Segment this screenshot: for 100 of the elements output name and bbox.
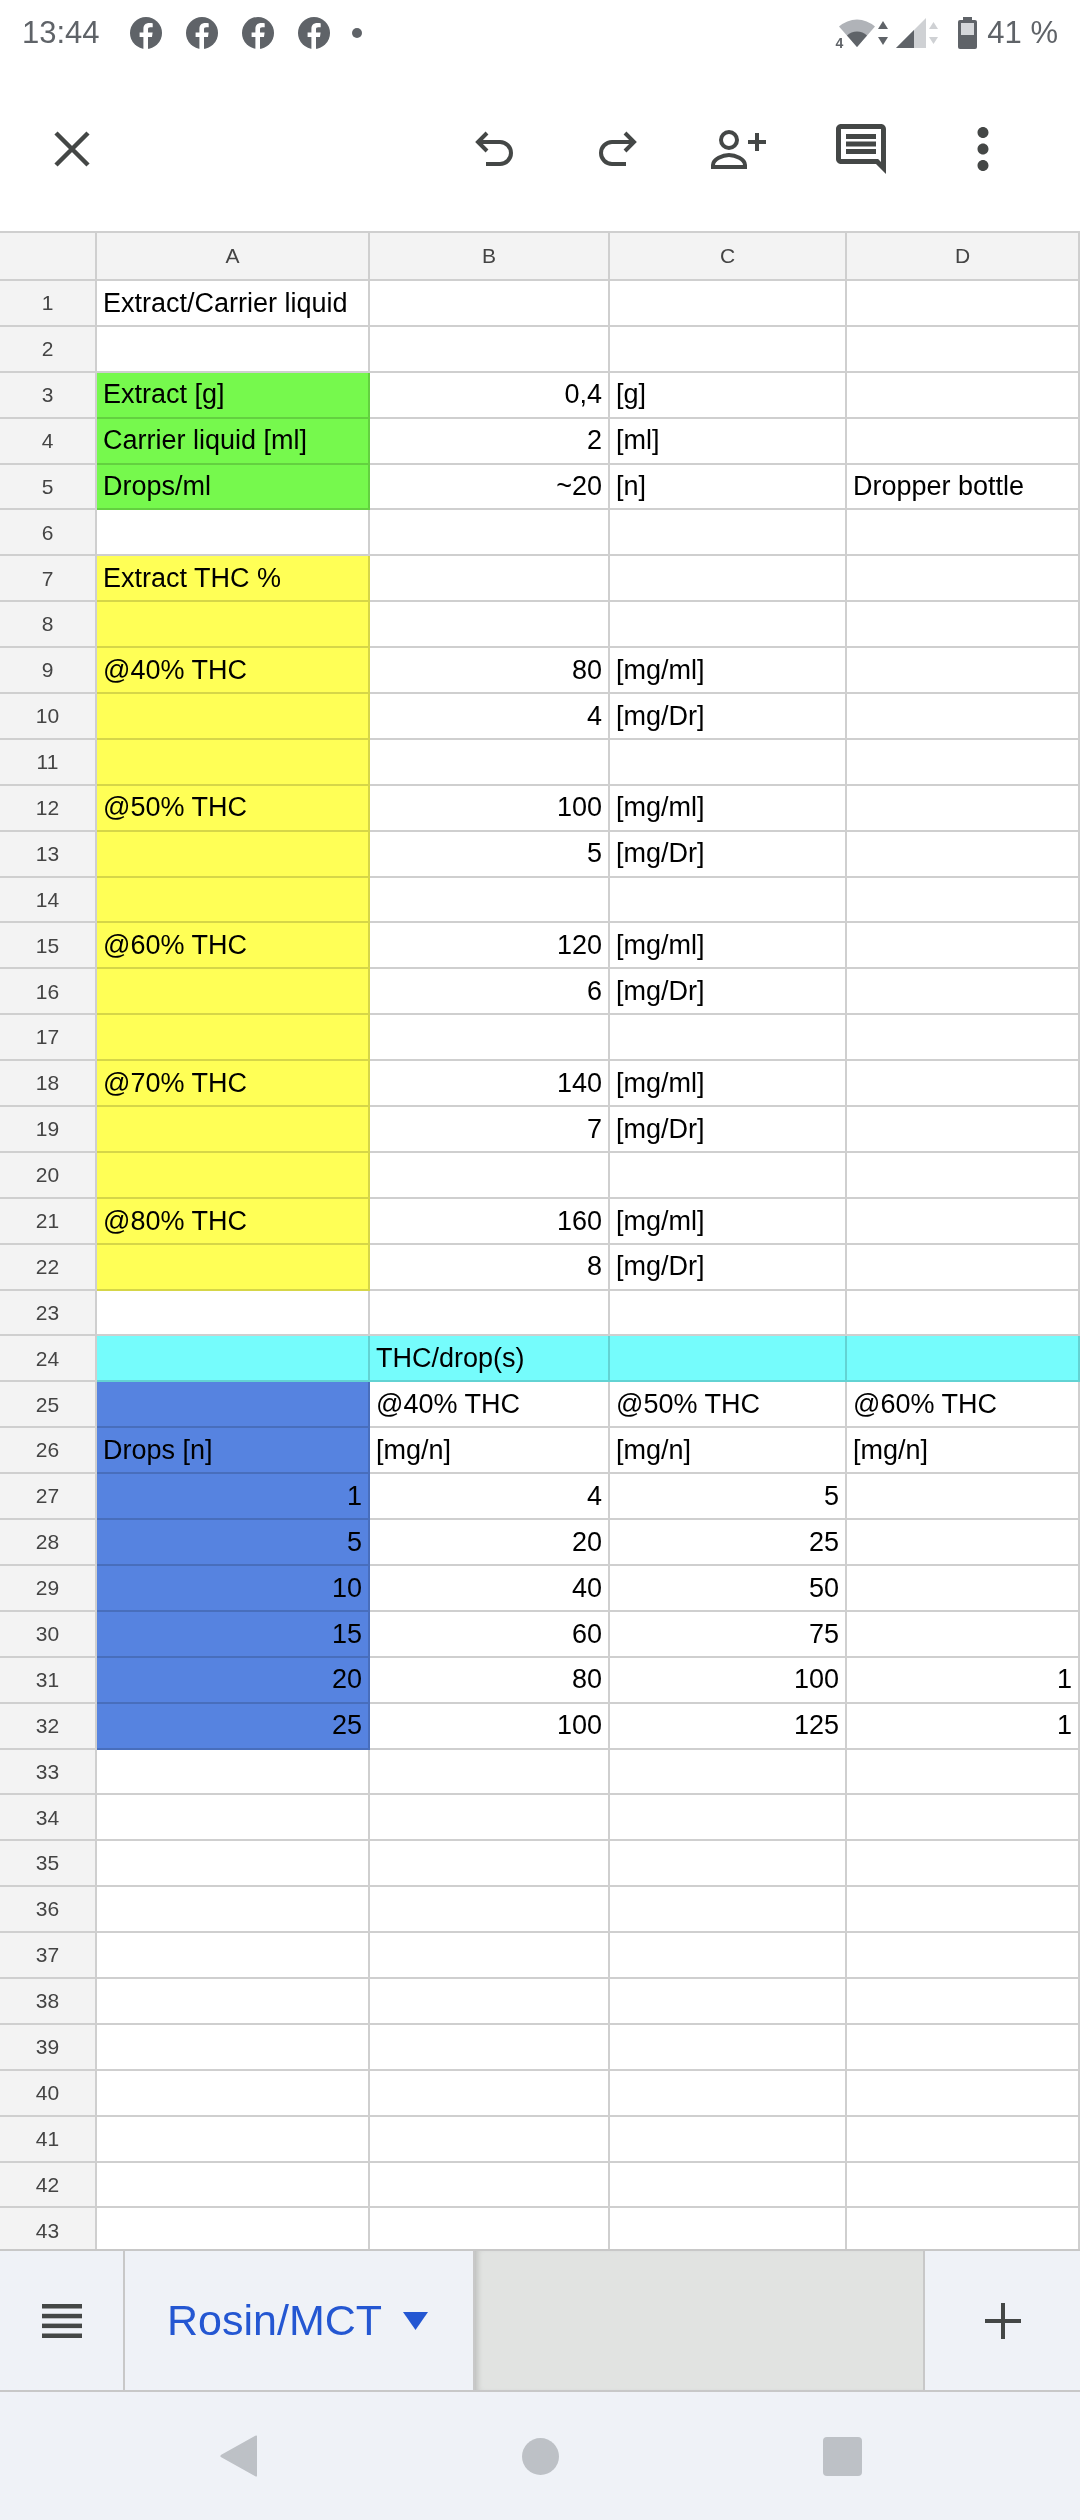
sheet-cell[interactable]: 5 bbox=[370, 831, 610, 878]
sheet-cell[interactable] bbox=[610, 1290, 847, 1337]
sheet-cell[interactable] bbox=[610, 1336, 847, 1383]
sheet-cell[interactable] bbox=[847, 739, 1080, 786]
sheet-cell[interactable]: [mg/Dr] bbox=[610, 1107, 847, 1153]
sheet-cell[interactable]: 8 bbox=[370, 1244, 610, 1291]
sheet-cell[interactable]: THC/drop(s) bbox=[370, 1336, 610, 1383]
sheet-cell[interactable]: @70% THC bbox=[97, 1061, 370, 1108]
sheet-cell[interactable]: 25 bbox=[610, 1520, 847, 1566]
sheet-cell[interactable] bbox=[97, 2162, 370, 2209]
row-header[interactable]: 36 bbox=[0, 1887, 97, 1934]
sheet-cell[interactable] bbox=[97, 969, 370, 1016]
sheet-cell[interactable]: [mg/Dr] bbox=[610, 694, 847, 740]
sheet-cell[interactable] bbox=[847, 1611, 1080, 1658]
sheet-cell[interactable] bbox=[610, 2070, 847, 2117]
sheet-cell[interactable]: [mg/Dr] bbox=[610, 969, 847, 1016]
sheet-cell[interactable] bbox=[610, 1749, 847, 1796]
sheet-cell[interactable]: Dropper bottle bbox=[847, 464, 1080, 511]
sheet-cell[interactable] bbox=[370, 1015, 610, 1062]
sheet-cell[interactable]: [mg/ml] bbox=[610, 1061, 847, 1108]
sheet-cell[interactable]: 100 bbox=[370, 785, 610, 832]
row-header[interactable]: 34 bbox=[0, 1795, 97, 1842]
sheet-cell[interactable]: 100 bbox=[370, 1703, 610, 1750]
sheet-cell[interactable] bbox=[97, 1841, 370, 1888]
sheet-cell[interactable] bbox=[370, 326, 610, 373]
sheet-cell[interactable]: 10 bbox=[97, 1565, 370, 1612]
sheet-cell[interactable] bbox=[610, 602, 847, 649]
sheet-cell[interactable] bbox=[847, 923, 1080, 970]
sheet-cell[interactable]: ~20 bbox=[370, 464, 610, 511]
sheet-cell[interactable]: 1 bbox=[847, 1657, 1080, 1704]
sheet-cell[interactable] bbox=[97, 326, 370, 373]
sheet-cell[interactable] bbox=[370, 1152, 610, 1199]
sheet-cell[interactable] bbox=[847, 877, 1080, 924]
sheet-cell[interactable] bbox=[847, 556, 1080, 603]
sheet-cell[interactable] bbox=[847, 1015, 1080, 1062]
sheet-cell[interactable]: @60% THC bbox=[847, 1382, 1080, 1429]
sheet-cell[interactable] bbox=[847, 418, 1080, 465]
sheet-cell[interactable] bbox=[97, 831, 370, 878]
sheet-cell[interactable] bbox=[370, 1933, 610, 1979]
sheet-cell[interactable] bbox=[847, 281, 1080, 327]
sheet-cell[interactable] bbox=[97, 1382, 370, 1429]
row-header[interactable]: 25 bbox=[0, 1382, 97, 1429]
sheet-cell[interactable]: [mg/n] bbox=[847, 1428, 1080, 1475]
sheet-cell[interactable]: 20 bbox=[97, 1657, 370, 1704]
sheet-cell[interactable]: [ml] bbox=[610, 418, 847, 465]
sheet-cell[interactable]: 80 bbox=[370, 1657, 610, 1704]
row-header[interactable]: 24 bbox=[0, 1336, 97, 1383]
sheet-cell[interactable]: 1 bbox=[847, 1703, 1080, 1750]
sheet-cell[interactable] bbox=[847, 1887, 1080, 1934]
row-header[interactable]: 38 bbox=[0, 1978, 97, 2025]
sheet-cell[interactable]: [mg/n] bbox=[610, 1428, 847, 1475]
sheet-cell[interactable] bbox=[847, 1244, 1080, 1291]
sheet-cell[interactable]: 4 bbox=[370, 694, 610, 740]
sheet-cell[interactable] bbox=[847, 510, 1080, 557]
sheet-cell[interactable] bbox=[370, 1841, 610, 1888]
sheet-cell[interactable] bbox=[610, 877, 847, 924]
sheet-cell[interactable]: [mg/ml] bbox=[610, 1198, 847, 1245]
row-header[interactable]: 35 bbox=[0, 1841, 97, 1888]
sheet-cell[interactable] bbox=[847, 1107, 1080, 1153]
sheet-cell[interactable] bbox=[370, 1290, 610, 1337]
sheet-cell[interactable]: 1 bbox=[97, 1474, 370, 1521]
row-header[interactable]: 26 bbox=[0, 1428, 97, 1475]
sheet-cell[interactable] bbox=[97, 2024, 370, 2071]
sheet-cell[interactable] bbox=[97, 877, 370, 924]
sheet-cell[interactable]: 80 bbox=[370, 648, 610, 694]
sheet-cell[interactable] bbox=[610, 1933, 847, 1979]
sheet-cell[interactable]: 20 bbox=[370, 1520, 610, 1566]
sheet-cell[interactable] bbox=[97, 739, 370, 786]
row-header[interactable]: 20 bbox=[0, 1152, 97, 1199]
sheet-cell[interactable] bbox=[847, 1290, 1080, 1337]
sheet-cell[interactable]: @60% THC bbox=[97, 923, 370, 970]
sheet-cell[interactable] bbox=[847, 602, 1080, 649]
select-all-corner[interactable] bbox=[0, 233, 97, 281]
sheet-cell[interactable] bbox=[97, 2116, 370, 2163]
sheet-cell[interactable] bbox=[847, 785, 1080, 832]
sheet-cell[interactable] bbox=[370, 281, 610, 327]
row-header[interactable]: 28 bbox=[0, 1520, 97, 1566]
sheet-cell[interactable] bbox=[370, 602, 610, 649]
sheet-cell[interactable] bbox=[610, 2024, 847, 2071]
column-header[interactable]: A bbox=[97, 233, 370, 281]
sheet-cell[interactable] bbox=[847, 1749, 1080, 1796]
row-header[interactable]: 7 bbox=[0, 556, 97, 603]
sheet-cell[interactable]: [mg/ml] bbox=[610, 785, 847, 832]
sheet-cell[interactable] bbox=[610, 739, 847, 786]
sheet-cell[interactable]: 120 bbox=[370, 923, 610, 970]
sheet-cell[interactable] bbox=[97, 1015, 370, 1062]
row-header[interactable]: 42 bbox=[0, 2162, 97, 2209]
sheet-cell[interactable]: Extract/Carrier liquid bbox=[97, 281, 370, 327]
sheet-cell[interactable] bbox=[847, 2070, 1080, 2117]
row-header[interactable]: 4 bbox=[0, 418, 97, 465]
column-header[interactable]: C bbox=[610, 233, 847, 281]
row-header[interactable]: 18 bbox=[0, 1061, 97, 1108]
row-header[interactable]: 22 bbox=[0, 1244, 97, 1291]
row-header[interactable]: 37 bbox=[0, 1933, 97, 1979]
sheet-cell[interactable] bbox=[97, 694, 370, 740]
sheet-cell[interactable] bbox=[610, 1152, 847, 1199]
sheet-cell[interactable] bbox=[847, 372, 1080, 419]
sheet-cell[interactable] bbox=[370, 2162, 610, 2209]
row-header[interactable]: 39 bbox=[0, 2024, 97, 2071]
row-header[interactable]: 13 bbox=[0, 831, 97, 878]
